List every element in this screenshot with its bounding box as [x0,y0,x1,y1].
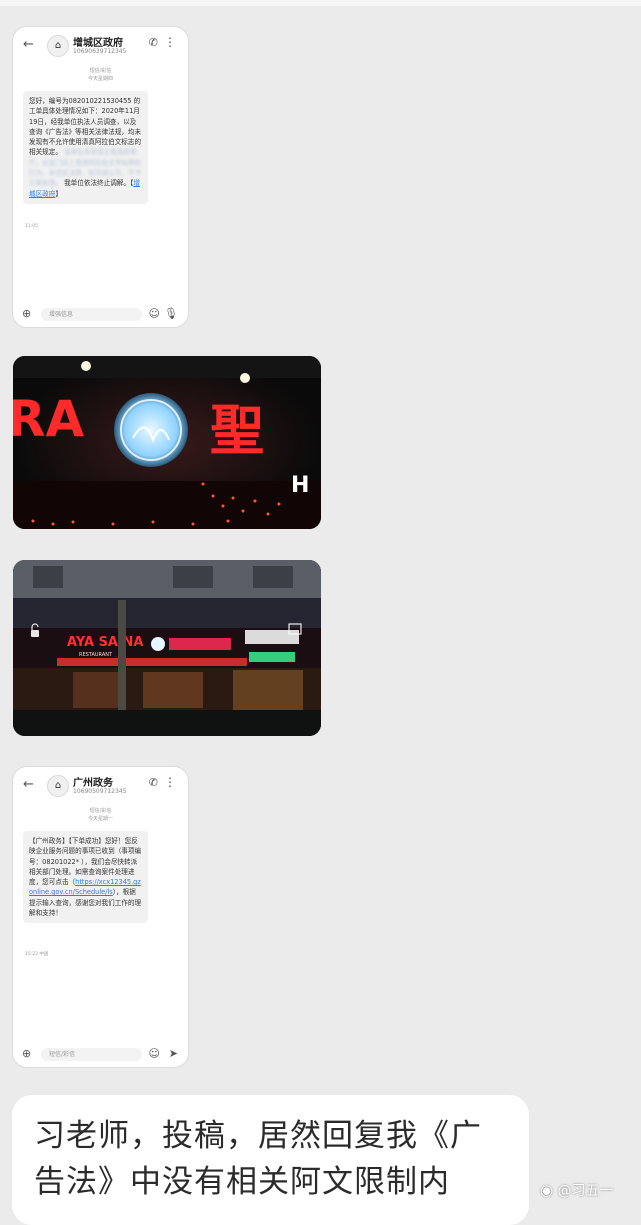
storefront-green-sign [249,652,295,662]
weibo-watermark: ◉ @习五一 [540,1180,614,1200]
neon-letter-h: H [291,473,309,498]
storefront-white-sign [245,630,299,644]
ceiling-light-2 [240,373,250,383]
sms-type: 短信/彩信 [89,808,112,814]
storefront-scrolling-led [57,658,247,666]
round-emblem [114,393,188,467]
top-strip [0,0,641,6]
add-icon[interactable]: ⊕ [22,307,31,320]
phone-call-icon[interactable]: ✆ [149,776,158,789]
shrubs [13,710,321,736]
emoji-icon[interactable]: ☺ [149,1047,160,1060]
sms-day: 今天星期四 [87,76,113,82]
photo-neon-sign-closeup[interactable]: RA 聖 H [13,356,321,529]
storefront-emblem [151,637,165,651]
storefront-red-sign [169,638,231,650]
sms-header: ← ⌂ 增城区政府 10690639712345 ✆ ⋮ [13,27,188,65]
phone-call-icon[interactable]: ✆ [149,36,158,49]
neon-chinese-char: 聖 [210,399,264,462]
storefront-lower [13,481,321,529]
sms-meta: 短信/彩信 今天星期四 [13,67,188,83]
add-icon[interactable]: ⊕ [22,1047,31,1060]
sms-header: ← ⌂ 广州政务 10690509712345 ✆ ⋮ [13,767,188,805]
sms-screenshot-zengcheng[interactable]: ← ⌂ 增城区政府 10690639712345 ✆ ⋮ 短信/彩信 今天星期四… [13,27,188,327]
back-arrow-icon[interactable]: ← [23,37,34,52]
facade-band [13,598,321,628]
sms-screenshot-guangzhou[interactable]: ← ⌂ 广州政务 10690509712345 ✆ ⋮ 短信/彩信 今天星期一 … [13,767,188,1067]
sms-closing: 我单位依法终止调解。【 [64,179,134,188]
watermark-handle: @习五一 [557,1183,614,1199]
neon-letters-left: RA [13,390,85,448]
gov-logo-icon: ⌂ [47,775,69,797]
photo-restaurant-storefront[interactable]: AYA SA NA RESTAURANT [13,560,321,736]
sms-meta: 短信/彩信 今天星期一 [13,807,188,823]
sms-time: 11:05 [25,224,38,229]
ceiling [13,356,321,378]
sms-type: 短信/彩信 [89,68,112,74]
more-icon[interactable]: ⋮ [164,775,176,789]
ceiling-light-1 [81,361,91,371]
weibo-icon: ◉ [540,1181,554,1199]
sms-input[interactable]: 增强信息 [41,308,142,321]
sender-number: 10690509712345 [73,788,127,795]
gov-logo-icon: ⌂ [47,35,69,57]
sms-sign-end: 】 [55,189,62,198]
sender-number: 10690639712345 [73,48,127,55]
sms-day: 今天星期一 [87,816,113,822]
sms-time: 15:22 中国 [25,952,49,957]
back-arrow-icon[interactable]: ← [23,777,34,792]
storefront-sign-text: AYA SA NA [67,635,143,650]
sender-name: 增城区政府 [73,38,123,49]
sms-input[interactable]: 短信/彩信 [41,1048,142,1061]
sms-input-bar: ⊕ 增强信息 ☺ 🎙 [13,303,188,327]
chat-message-text: 习老师，投稿，居然回复我《广告法》中没有相关阿文限制内 [34,1118,482,1200]
storefront-image: AYA SA NA RESTAURANT [13,560,321,736]
chat-message-bubble[interactable]: 习老师，投稿，居然回复我《广告法》中没有相关阿文限制内 [12,1095,529,1225]
sms-bubble: 您好，编号为082010221530455 的工单具体处理情况如下：2020年1… [23,91,148,204]
neon-sign-image: RA 聖 H [13,356,321,529]
sms-input-bar: ⊕ 短信/彩信 ☺ ➤ [13,1043,188,1067]
emoji-icon[interactable]: ☺ [149,307,160,320]
sms-bubble: 【广州政务】【下单成功】您好！您反映企业服务问题的事项已收到（事项编号：0820… [23,831,148,924]
more-icon[interactable]: ⋮ [164,35,176,49]
storefront-sign-subtext: RESTAURANT [79,652,113,658]
pillar [118,600,126,720]
send-icon[interactable]: ➤ [169,1047,178,1060]
sender-name: 广州政务 [73,778,113,789]
mic-icon[interactable]: 🎙 [164,307,178,320]
